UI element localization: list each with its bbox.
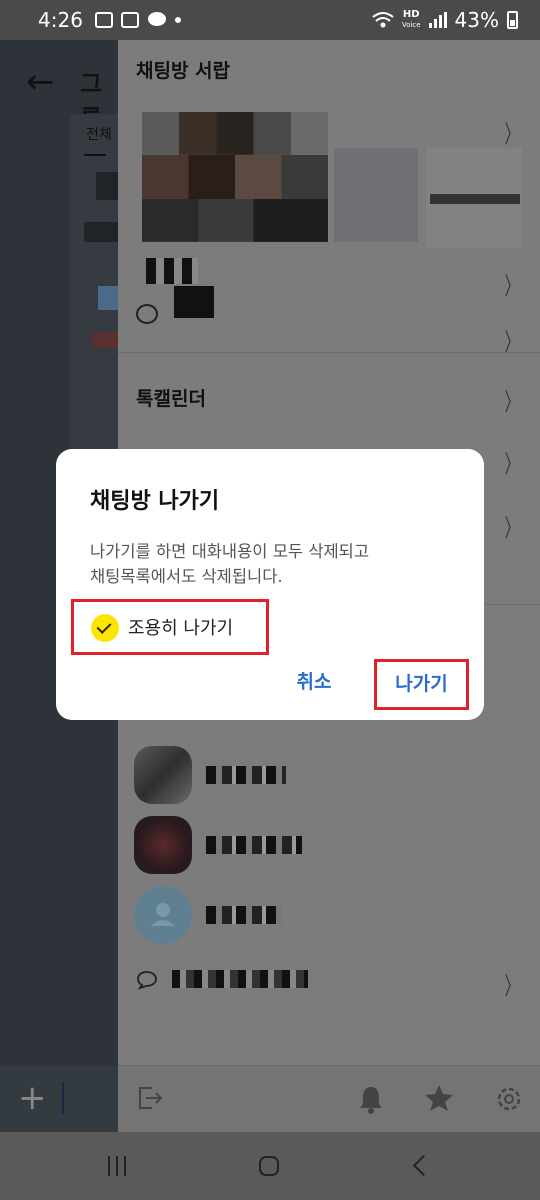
input-cursor (62, 1082, 64, 1114)
exit-chat-icon[interactable] (136, 1084, 164, 1112)
member-name-pixelated (206, 906, 282, 924)
media-thumbnail-document[interactable] (334, 148, 418, 242)
talk-calendar-label[interactable]: 톡캘린더 (136, 384, 206, 411)
recent-apps-icon[interactable] (108, 1156, 126, 1176)
battery-percent: 43% (454, 8, 499, 32)
screenshot-bar (430, 194, 520, 204)
drawer-toolbar (118, 1065, 540, 1132)
star-icon[interactable] (424, 1084, 454, 1112)
row-chevron-icon[interactable]: 〉 (505, 444, 519, 479)
dialog-message-line: 나가기를 하면 대화내용이 모두 삭제되고 (90, 542, 370, 561)
drawer-title: 채팅방 서랍 (136, 60, 231, 82)
member-avatar (134, 816, 192, 874)
member-name-pixelated (206, 766, 286, 784)
wifi-icon (372, 12, 394, 28)
bell-icon[interactable] (358, 1084, 384, 1114)
battery-icon (507, 11, 518, 29)
status-time: 4:26 (38, 8, 83, 32)
hd-voice-icon: HD Voice (401, 9, 421, 30)
media-chevron-icon[interactable]: 〉 (505, 114, 519, 149)
member-item[interactable] (134, 816, 302, 874)
home-icon[interactable] (259, 1156, 279, 1176)
tab-all: 전체 (86, 127, 112, 143)
member-avatar (134, 746, 192, 804)
row-chevron-icon[interactable]: 〉 (505, 966, 519, 1001)
status-bar: 4:26 HD Voice 43% (0, 0, 540, 40)
dialog-title: 채팅방 나가기 (90, 489, 220, 514)
files-label-pixelated (146, 258, 198, 284)
links-label-pixelated (174, 286, 214, 318)
quiet-leave-checkbox-row[interactable]: 조용히 나가기 (71, 599, 269, 655)
member-item[interactable] (134, 746, 286, 804)
member-name-pixelated (206, 836, 302, 854)
calendar-notification-icon (120, 12, 139, 28)
link-icon (136, 304, 158, 324)
talk-notification-icon (147, 12, 166, 26)
dialog-message-line: 채팅목록에서도 삭제됩니다. (90, 567, 283, 586)
leave-chat-dialog: 채팅방 나가기 나가기를 하면 대화내용이 모두 삭제되고 채팅목록에서도 삭제… (56, 449, 484, 720)
cancel-button[interactable]: 취소 (274, 657, 354, 707)
system-navigation-bar (0, 1132, 540, 1200)
quiet-leave-label[interactable]: 조용히 나가기 (128, 614, 233, 640)
back-arrow-icon: ← (26, 62, 55, 102)
chat-bubble-icon (137, 971, 157, 990)
dialog-message: 나가기를 하면 대화내용이 모두 삭제되고 채팅목록에서도 삭제됩니다. (90, 539, 470, 589)
plus-icon: + (18, 1078, 47, 1118)
more-notifications-dot (174, 17, 181, 23)
talk-calendar-chevron-icon[interactable]: 〉 (505, 382, 519, 417)
member-item[interactable] (134, 886, 282, 944)
chat-input-bar: + (0, 1066, 118, 1132)
divider (118, 352, 540, 353)
leave-button[interactable]: 나가기 (374, 659, 469, 710)
tab-underline (84, 154, 106, 156)
signal-icon (428, 12, 447, 28)
settings-gear-icon[interactable] (494, 1084, 524, 1114)
back-icon[interactable] (412, 1154, 435, 1177)
files-chevron-icon[interactable]: 〉 (505, 266, 519, 301)
media-thumbnails[interactable] (142, 112, 328, 242)
row-chevron-icon[interactable]: 〉 (505, 508, 519, 543)
quiet-leave-checkbox[interactable] (91, 614, 119, 642)
row-label-pixelated (172, 970, 308, 988)
member-avatar-default (134, 886, 192, 944)
person-icon (151, 903, 175, 926)
gallery-notification-icon (94, 12, 113, 28)
